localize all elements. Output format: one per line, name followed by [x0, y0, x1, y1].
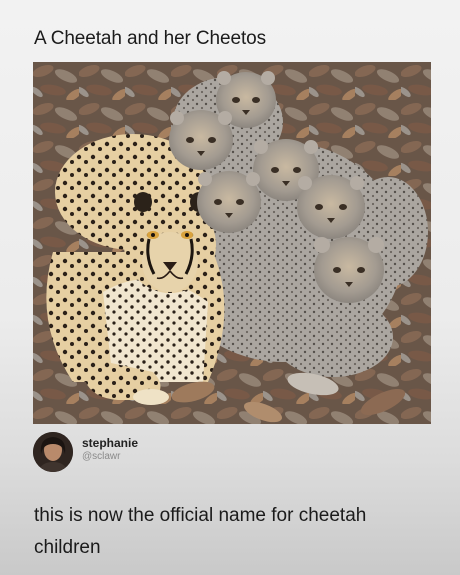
author-handle[interactable]: stephanie @sclawr	[82, 436, 138, 464]
username[interactable]: @sclawr	[82, 450, 138, 464]
author-row: stephanie @sclawr	[33, 430, 333, 474]
post-body-text: this is now the official name for cheeta…	[34, 505, 367, 558]
display-name[interactable]: stephanie	[82, 436, 138, 450]
cheetah-photo	[33, 62, 431, 424]
post-title: A Cheetah and her Cheetos	[34, 28, 267, 49]
mother-cheetah	[46, 134, 225, 405]
avatar[interactable]	[33, 432, 73, 472]
meme-post: A Cheetah and her Cheetos stephanie @scl…	[0, 0, 460, 575]
